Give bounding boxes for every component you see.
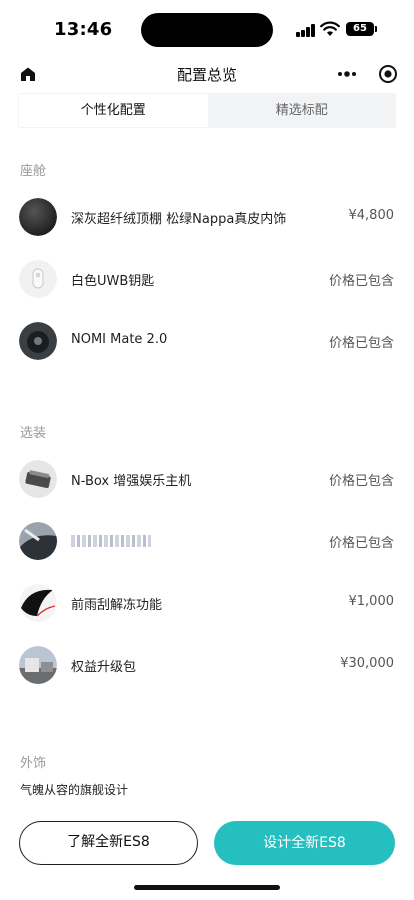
tab-standard[interactable]: 精选标配 bbox=[208, 93, 397, 128]
home-indicator bbox=[134, 885, 280, 890]
battery-level: 65 bbox=[353, 23, 367, 34]
wiper-thumbnail bbox=[19, 584, 57, 622]
headliner-thumbnail bbox=[19, 198, 57, 236]
dynamic-island bbox=[141, 13, 273, 47]
item-price: 价格已包含 bbox=[328, 336, 394, 351]
item-price: 价格已包含 bbox=[328, 274, 394, 289]
nav-bar: 配置总览 bbox=[0, 58, 414, 92]
signal-icon bbox=[296, 24, 316, 37]
item-price: 价格已包含 bbox=[328, 536, 394, 551]
list-item-benefits[interactable]: 权益升级包 ¥30,000 bbox=[0, 645, 414, 685]
list-item-nbox[interactable]: N-Box 增强娱乐主机 价格已包含 bbox=[0, 459, 414, 499]
item-name: NOMI Mate 2.0 bbox=[71, 332, 168, 347]
list-item-blurred[interactable]: 价格已包含 bbox=[0, 521, 414, 561]
uwb-key-thumbnail bbox=[19, 260, 57, 298]
item-price: ¥1,000 bbox=[348, 594, 395, 609]
learn-es8-button[interactable]: 了解全新ES8 bbox=[19, 821, 198, 865]
nbox-thumbnail bbox=[19, 460, 57, 498]
more-icon[interactable] bbox=[336, 66, 358, 82]
item-price: ¥4,800 bbox=[348, 208, 395, 223]
interior-thumbnail bbox=[19, 522, 57, 560]
item-price: 价格已包含 bbox=[328, 474, 394, 489]
section-label-cabin: 座舱 bbox=[20, 164, 47, 179]
close-target-icon[interactable] bbox=[378, 64, 398, 84]
list-item-wiper[interactable]: 前雨刮解冻功能 ¥1,000 bbox=[0, 583, 414, 623]
section-label-exterior: 外饰 bbox=[20, 756, 47, 771]
item-name: 前雨刮解冻功能 bbox=[71, 598, 163, 613]
list-item-nomi[interactable]: NOMI Mate 2.0 价格已包含 bbox=[0, 321, 414, 361]
list-item-uwb-key[interactable]: 白色UWB钥匙 价格已包含 bbox=[0, 259, 414, 299]
exterior-description: 气魄从容的旗舰设计 bbox=[20, 783, 129, 797]
item-name: 白色UWB钥匙 bbox=[71, 274, 155, 289]
benefits-thumbnail bbox=[19, 646, 57, 684]
item-price: ¥30,000 bbox=[340, 656, 394, 671]
status-time: 13:46 bbox=[54, 19, 113, 40]
list-item-headliner[interactable]: 深灰超纤绒顶棚 松绿Nappa真皮内饰 ¥4,800 bbox=[0, 197, 414, 237]
status-bar: 13:46 65 bbox=[0, 0, 414, 58]
tab-personalized[interactable]: 个性化配置 bbox=[19, 94, 208, 127]
battery-icon: 65 bbox=[346, 22, 377, 36]
item-name-redacted bbox=[71, 535, 151, 547]
item-name: N-Box 增强娱乐主机 bbox=[71, 474, 192, 489]
nomi-thumbnail bbox=[19, 322, 57, 360]
wifi-icon bbox=[320, 21, 340, 36]
section-label-options: 选装 bbox=[20, 426, 47, 441]
design-es8-button[interactable]: 设计全新ES8 bbox=[214, 821, 395, 865]
item-name: 深灰超纤绒顶棚 松绿Nappa真皮内饰 bbox=[71, 212, 287, 227]
config-tabs: 个性化配置 精选标配 bbox=[18, 93, 396, 128]
item-name: 权益升级包 bbox=[71, 660, 137, 675]
